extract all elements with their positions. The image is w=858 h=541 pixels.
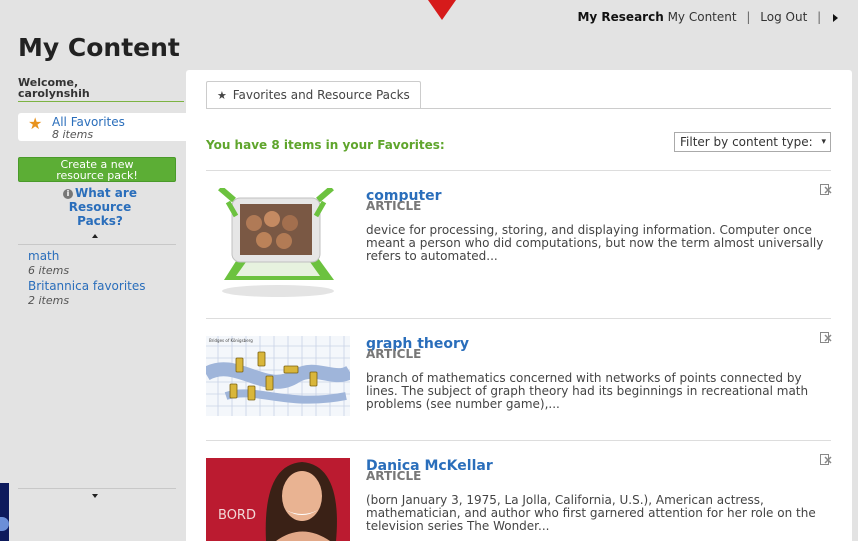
all-favorites-count: 8 items <box>52 128 94 141</box>
list-item: BORD Danica McKellar ARTICLE (born Janua… <box>206 454 832 541</box>
expand-arrow-icon[interactable] <box>833 13 838 22</box>
pack-count: 2 items <box>28 294 70 307</box>
my-research-link[interactable]: My Research <box>577 10 663 24</box>
pack-name[interactable]: math <box>28 249 146 264</box>
item-type: ARTICLE <box>366 199 422 213</box>
red-arrow-marker <box>428 0 456 20</box>
item-description: branch of mathematics concerned with net… <box>366 371 809 411</box>
all-favorites-label[interactable]: All Favorites <box>52 115 125 129</box>
remove-favorite-icon[interactable] <box>820 332 832 344</box>
scroll-up-arrow-icon[interactable] <box>92 234 98 238</box>
info-icon: i <box>63 189 74 199</box>
chevron-down-icon: ▾ <box>821 137 826 147</box>
page-title: My Content <box>18 33 180 62</box>
sidebar-divider-bottom <box>18 488 176 489</box>
list-item[interactable]: Britannica favorites 2 items <box>28 279 146 307</box>
content-type-filter[interactable]: Filter by content type: ▾ <box>674 132 831 152</box>
pack-name[interactable]: Britannica favorites <box>28 279 146 294</box>
list-item: Bridges of Königsberg graph theory ARTIC… <box>206 332 832 446</box>
item-description: device for processing, storing, and disp… <box>366 223 824 263</box>
create-resource-pack-button[interactable]: Create a new resource pack! <box>18 157 176 182</box>
top-nav: My Research My Content | Log Out | <box>577 10 838 24</box>
welcome-text: Welcome, carolynshih <box>18 77 184 102</box>
favorites-count-text: You have 8 items in your Favorites: <box>206 138 445 152</box>
graph-theory-thumbnail[interactable]: Bridges of Königsberg <box>206 336 350 446</box>
tab-label: Favorites and Resource Packs <box>232 88 410 102</box>
scroll-down-arrow-icon[interactable] <box>92 494 98 498</box>
what-are-resource-packs-link[interactable]: i What are Resource Packs? <box>30 186 170 228</box>
danica-mckellar-thumbnail[interactable]: BORD <box>206 458 350 541</box>
star-icon: ★ <box>28 114 43 133</box>
logo <box>0 483 9 541</box>
pack-count: 6 items <box>28 264 70 277</box>
list-item[interactable]: math 6 items <box>28 249 146 277</box>
item-description: (born January 3, 1975, La Jolla, Califor… <box>366 493 816 533</box>
item-type: ARTICLE <box>366 469 422 483</box>
thumb-caption: Bridges of Königsberg <box>209 338 253 343</box>
tab-underline <box>206 108 831 109</box>
username: carolynshih <box>18 87 90 100</box>
sidebar-divider <box>18 244 176 245</box>
main-panel: ★ Favorites and Resource Packs You have … <box>186 70 852 541</box>
nav-separator: | <box>746 10 751 24</box>
what-are-packs-line2: Packs? <box>77 214 123 228</box>
results-divider <box>206 318 831 319</box>
tab-favorites-and-resource-packs[interactable]: ★ Favorites and Resource Packs <box>206 81 421 109</box>
nav-separator-2: | <box>817 10 822 24</box>
log-out-link[interactable]: Log Out <box>760 10 807 24</box>
create-pack-line2: resource pack! <box>56 169 138 182</box>
filter-placeholder: Filter by content type: <box>680 135 813 149</box>
what-are-packs-line1: What are Resource <box>68 186 137 214</box>
remove-favorite-icon[interactable] <box>820 454 832 466</box>
sidebar-item-all-favorites[interactable]: ★ All Favorites 8 items <box>18 113 186 141</box>
resource-pack-list: math 6 items Britannica favorites 2 item… <box>28 249 146 309</box>
remove-favorite-icon[interactable] <box>820 184 832 196</box>
computer-thumbnail[interactable] <box>206 188 350 298</box>
list-item: computer ARTICLE device for processing, … <box>206 184 832 298</box>
star-icon: ★ <box>217 89 227 102</box>
results-divider <box>206 440 831 441</box>
item-type: ARTICLE <box>366 347 422 361</box>
thumb-text: BORD <box>218 508 256 523</box>
results-divider <box>206 170 831 171</box>
my-content-link[interactable]: My Content <box>668 10 737 24</box>
